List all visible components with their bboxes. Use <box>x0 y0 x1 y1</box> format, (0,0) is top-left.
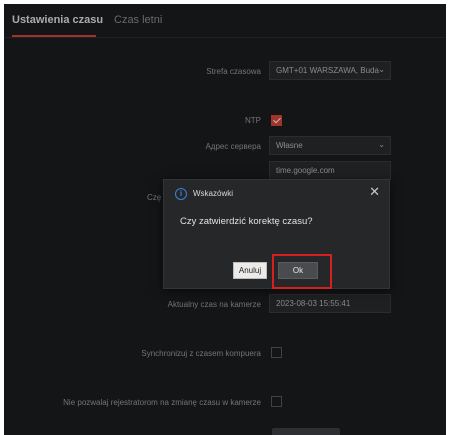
close-icon[interactable]: ✕ <box>369 185 380 198</box>
camera-settings-screen: Ustawienia czasu Czas letni Strefa czaso… <box>4 4 446 435</box>
dialog-message: Czy zatwierdzić korektę czasu? <box>180 216 313 227</box>
ok-button-highlight <box>272 254 332 289</box>
dialog-title: Wskazówki <box>193 189 234 198</box>
info-icon: i <box>175 188 187 200</box>
cancel-button[interactable]: Anuluj <box>233 262 267 279</box>
